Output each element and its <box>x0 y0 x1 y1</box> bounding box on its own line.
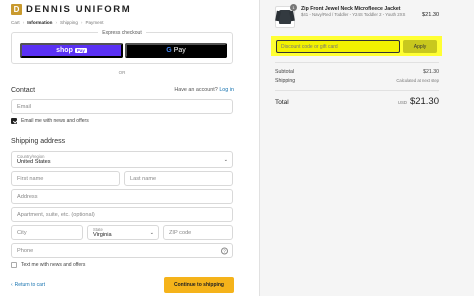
shipping-value: Calculated at next step <box>396 78 439 83</box>
login-prompt: Have an account? Log in <box>174 87 234 93</box>
breadcrumb-information: Information <box>27 20 53 25</box>
city-placeholder: City <box>17 229 27 236</box>
text-news-checkbox-row[interactable]: Text me with news and offers <box>11 262 85 268</box>
discount-code-field[interactable]: Discount code or gift card <box>276 40 400 53</box>
email-news-checkbox[interactable] <box>11 118 17 124</box>
phone-field[interactable]: Phone ? <box>11 243 233 258</box>
email-news-checkbox-row[interactable]: Email me with news and offers <box>11 118 89 124</box>
shipping-label: Shipping <box>275 78 296 84</box>
express-checkout-box: Express checkout shop Pay G Pay <box>11 30 233 64</box>
brand-badge-icon: D <box>11 4 22 15</box>
country-select[interactable]: Country/region United States ⌄ <box>11 151 233 168</box>
state-select[interactable]: State Virginia ⌄ <box>87 225 159 240</box>
breadcrumb-cart[interactable]: Cart <box>11 20 20 25</box>
google-g-icon: G <box>166 47 172 54</box>
brand-logo[interactable]: D DENNIS UNIFORM <box>11 4 131 15</box>
chevron-left-icon: ‹ <box>11 282 13 288</box>
last-name-field[interactable]: Last name <box>124 171 233 186</box>
total-currency: USD <box>397 100 407 105</box>
shop-pay-badge: Pay <box>74 48 87 53</box>
checkout-form-panel: D DENNIS UNIFORM Cart › Information › Sh… <box>0 0 259 296</box>
country-value: United States <box>17 158 51 165</box>
address-placeholder: Address <box>17 193 38 200</box>
zip-placeholder: ZIP code <box>169 229 192 236</box>
apartment-placeholder: Apartment, suite, etc. (optional) <box>17 211 95 218</box>
return-to-cart-label: Return to cart <box>14 282 45 288</box>
chevron-right-icon: › <box>80 20 83 25</box>
last-name-placeholder: Last name <box>130 175 157 182</box>
subtotal-row: Subtotal $21.30 <box>275 69 439 75</box>
divider <box>275 90 439 91</box>
text-news-checkbox[interactable] <box>11 262 17 268</box>
breadcrumb-payment: Payment <box>85 20 104 25</box>
text-news-label: Text me with news and offers <box>21 262 86 268</box>
contact-title: Contact <box>11 87 36 94</box>
email-placeholder: Email <box>17 103 31 110</box>
product-variant: $41 - Navy/Red / Toddler - Y24S Toddler … <box>301 12 406 17</box>
login-prompt-text: Have an account? <box>174 87 218 93</box>
address-field[interactable]: Address <box>11 189 233 204</box>
shop-pay-button[interactable]: shop Pay <box>20 43 123 58</box>
jacket-image-icon <box>279 10 291 24</box>
state-value: Virginia <box>93 231 112 238</box>
shipping-row: Shipping Calculated at next step <box>275 78 439 84</box>
product-price: $21.30 <box>422 12 440 18</box>
product-thumbnail: 1 <box>275 4 297 28</box>
breadcrumb: Cart › Information › Shipping › Payment <box>11 20 104 25</box>
chevron-down-icon: ⌄ <box>149 229 154 236</box>
chevron-down-icon: ⌄ <box>223 156 228 163</box>
help-icon[interactable]: ? <box>221 247 228 254</box>
first-name-placeholder: First name <box>17 175 44 182</box>
total-label: Total <box>275 99 289 106</box>
city-field[interactable]: City <box>11 225 83 240</box>
discount-placeholder: Discount code or gift card <box>281 43 338 50</box>
chevron-right-icon: › <box>55 20 58 25</box>
continue-to-shipping-button[interactable]: Continue to shipping <box>164 277 234 293</box>
order-line-item: 1 Zip Front Jewel Neck Microfleece Jacke… <box>275 4 431 28</box>
email-field[interactable]: Email <box>11 99 233 114</box>
or-divider: OR <box>118 70 126 75</box>
first-name-field[interactable]: First name <box>11 171 120 186</box>
shop-pay-wordmark: shop <box>56 47 73 54</box>
express-checkout-label: Express checkout <box>98 30 146 36</box>
total-row: Total USD $21.30 <box>275 96 439 107</box>
return-to-cart-link[interactable]: ‹ Return to cart <box>11 282 45 288</box>
apply-discount-button[interactable]: Apply <box>403 40 437 53</box>
total-value: $21.30 <box>409 96 439 107</box>
phone-placeholder: Phone <box>17 247 34 254</box>
breadcrumb-shipping: Shipping <box>60 20 78 25</box>
subtotal-label: Subtotal <box>275 69 295 75</box>
apartment-field[interactable]: Apartment, suite, etc. (optional) <box>11 207 233 222</box>
shipping-title: Shipping address <box>11 138 66 145</box>
login-link[interactable]: Log in <box>219 87 234 93</box>
brand-name: DENNIS UNIFORM <box>26 4 132 15</box>
google-pay-label: Pay <box>173 47 186 54</box>
zip-field[interactable]: ZIP code <box>163 225 233 240</box>
email-news-label: Email me with news and offers <box>21 118 89 124</box>
quantity-badge: 1 <box>290 4 297 11</box>
divider <box>275 62 439 63</box>
chevron-right-icon: › <box>22 20 25 25</box>
google-pay-button[interactable]: G Pay <box>125 43 227 58</box>
subtotal-value: $21.30 <box>423 69 439 75</box>
